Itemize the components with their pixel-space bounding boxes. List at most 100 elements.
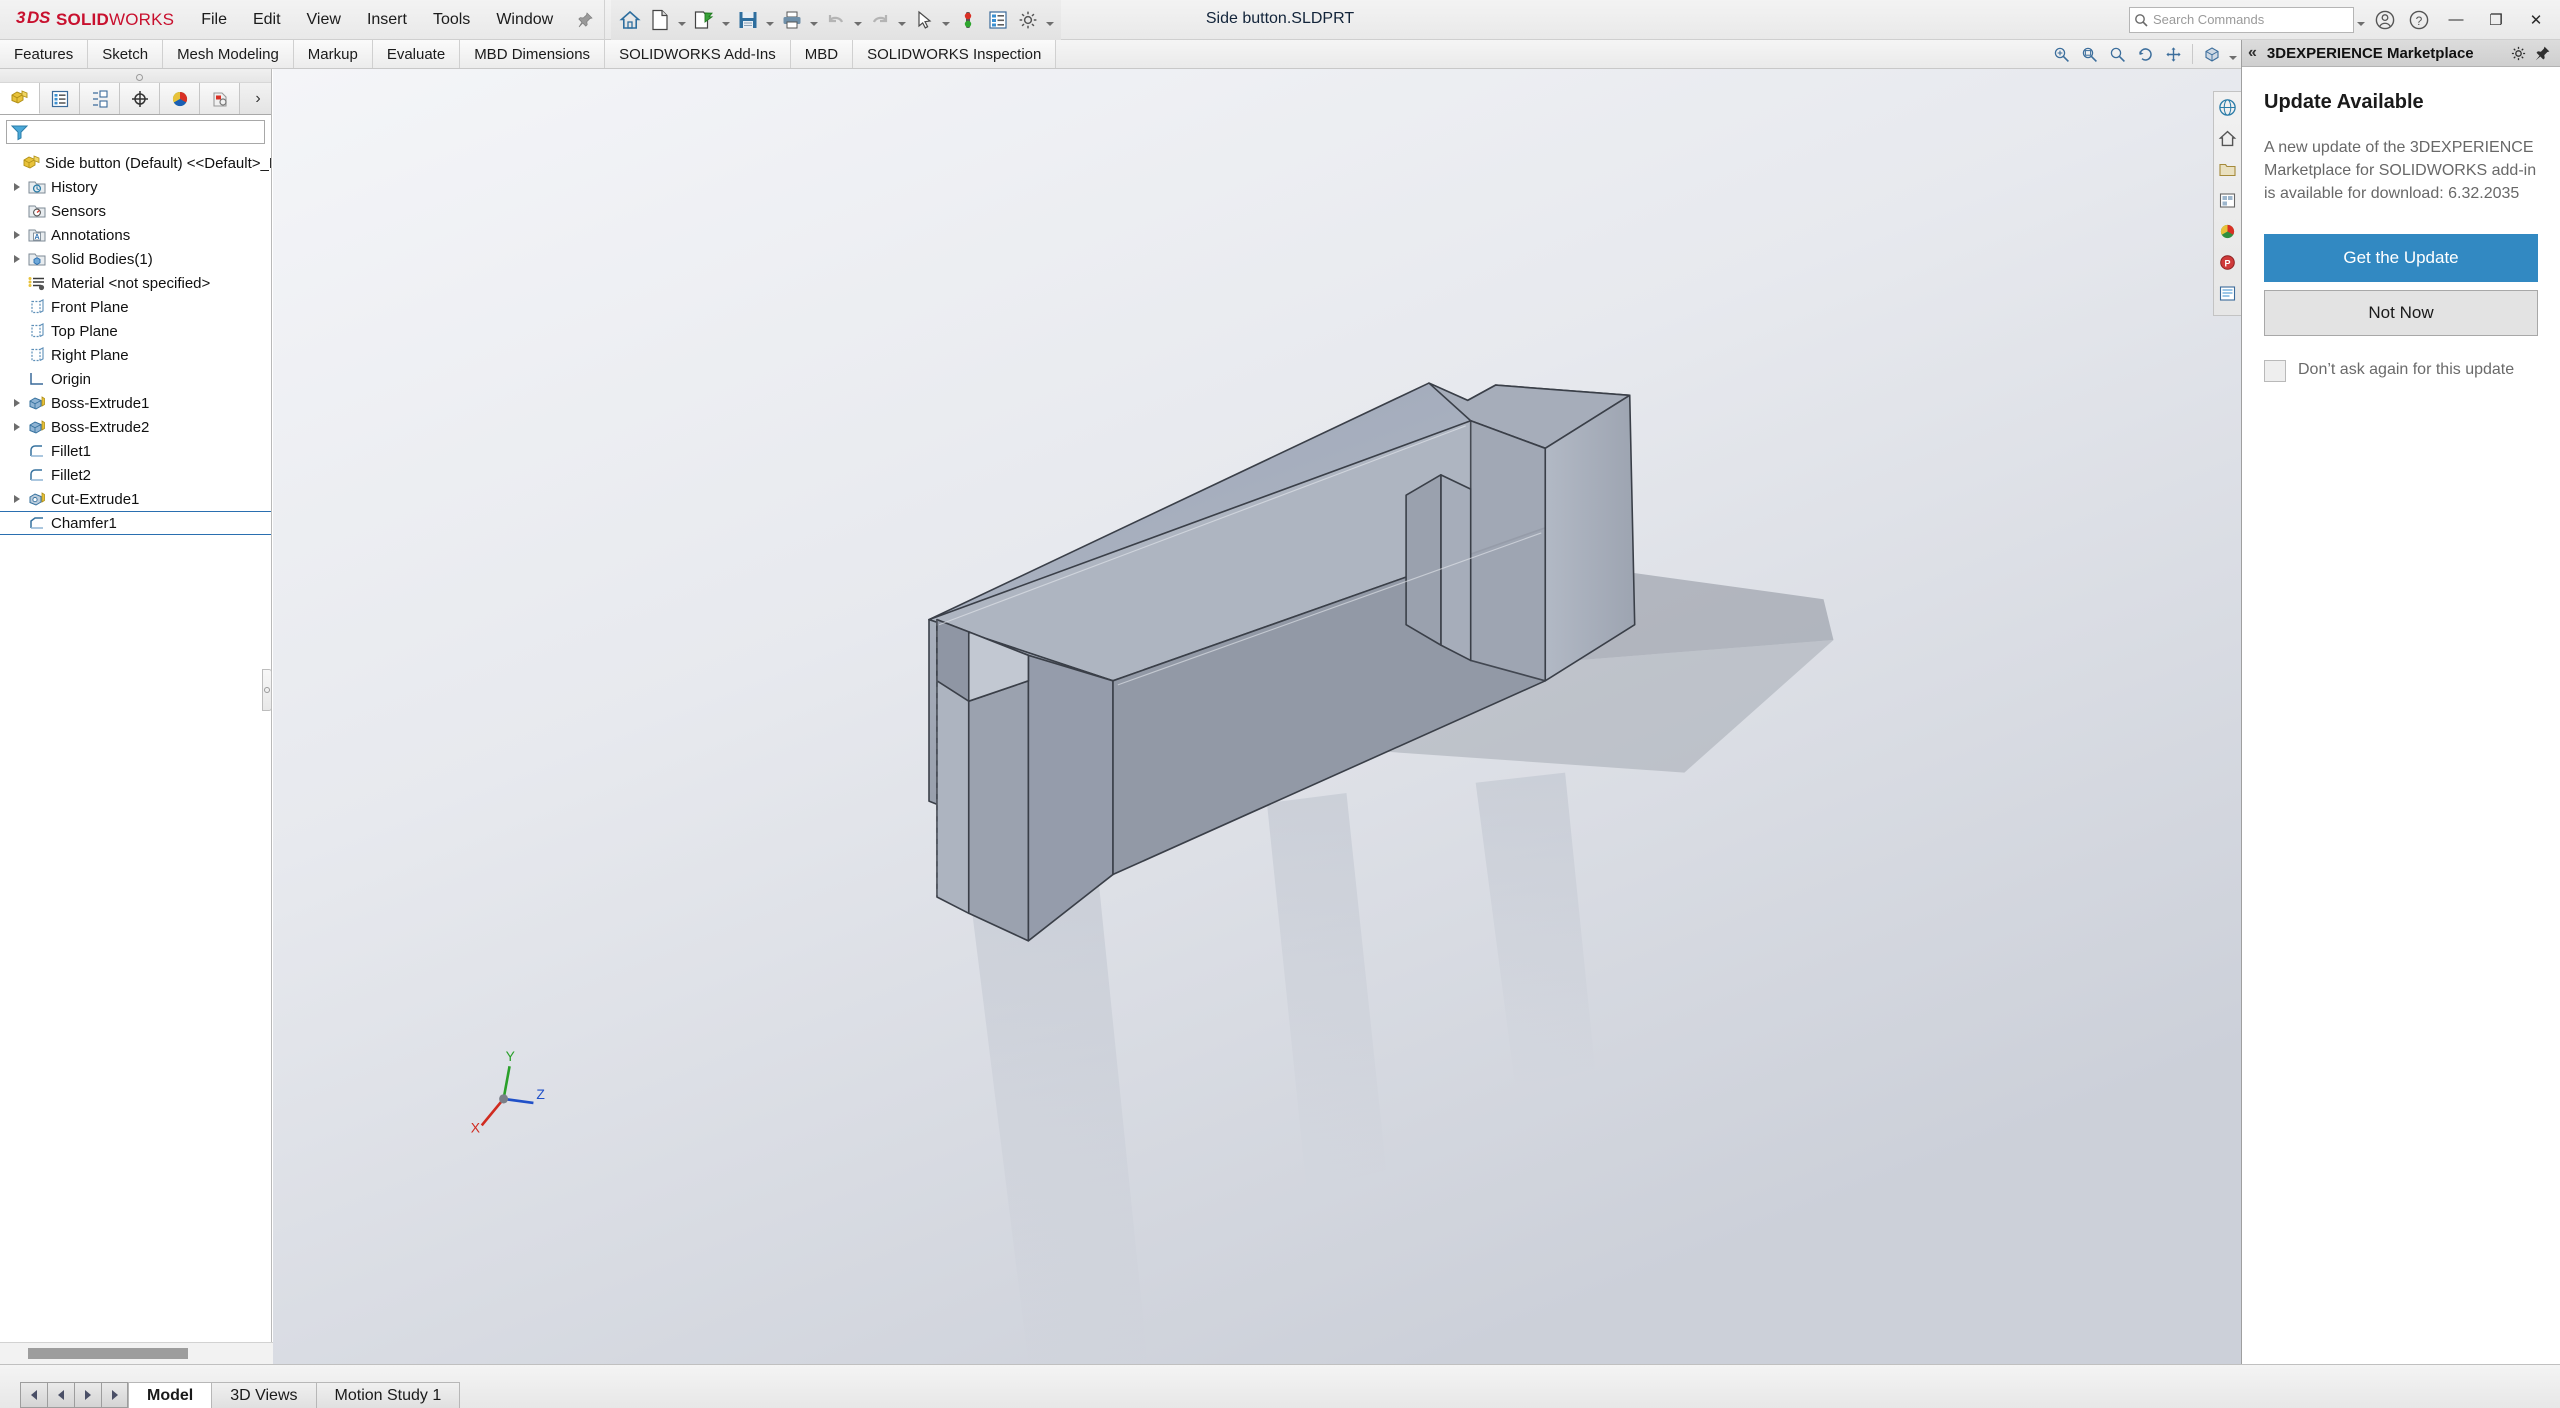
tab-motion-study-1[interactable]: Motion Study 1 xyxy=(316,1382,461,1408)
tree-expander[interactable] xyxy=(8,423,26,431)
search-caret-icon[interactable] xyxy=(2354,5,2368,35)
redo-icon[interactable] xyxy=(865,5,895,35)
tab-solidworks-add-ins[interactable]: SOLIDWORKS Add-Ins xyxy=(605,40,791,68)
select-caret-icon[interactable] xyxy=(939,5,953,35)
tree-item-solid-bodies[interactable]: Solid Bodies(1) xyxy=(0,247,271,271)
menu-item-window[interactable]: Window xyxy=(483,7,566,33)
next-config-icon[interactable] xyxy=(74,1382,101,1408)
graphics-viewport[interactable]: X Y Z xyxy=(273,69,2241,1364)
save-caret-icon[interactable] xyxy=(763,5,777,35)
zoom-to-fit-icon[interactable] xyxy=(2047,41,2075,67)
tree-item-chamfer1[interactable]: Chamfer1 xyxy=(0,511,271,535)
print-caret-icon[interactable] xyxy=(807,5,821,35)
tab-features[interactable]: Features xyxy=(0,40,88,68)
tree-expander[interactable] xyxy=(8,231,26,239)
tree-item-boss-extrude2[interactable]: Boss-Extrude2 xyxy=(0,415,271,439)
options-caret-icon[interactable] xyxy=(1043,5,1057,35)
custom-properties-icon[interactable]: P xyxy=(2214,247,2241,278)
new-document-icon[interactable] xyxy=(645,5,675,35)
tab-mesh-modeling[interactable]: Mesh Modeling xyxy=(163,40,294,68)
tree-item-sensors[interactable]: Sensors xyxy=(0,199,271,223)
close-window-button[interactable]: ✕ xyxy=(2516,0,2556,40)
tab-sketch[interactable]: Sketch xyxy=(88,40,163,68)
view-orientation-icon[interactable] xyxy=(2198,41,2226,67)
new-document-caret-icon[interactable] xyxy=(675,5,689,35)
tree-item-top-plane[interactable]: Top Plane xyxy=(0,319,271,343)
menu-item-edit[interactable]: Edit xyxy=(240,7,294,33)
more-tabs-chevron-right-icon[interactable]: › xyxy=(245,83,271,114)
save-icon[interactable] xyxy=(733,5,763,35)
tab-solidworks-inspection[interactable]: SOLIDWORKS Inspection xyxy=(853,40,1056,68)
tree-item-origin[interactable]: Origin xyxy=(0,367,271,391)
open-document-icon[interactable] xyxy=(689,5,719,35)
menu-item-insert[interactable]: Insert xyxy=(354,7,420,33)
view-palette-icon[interactable] xyxy=(2214,185,2241,216)
zoom-to-area-icon[interactable] xyxy=(2075,41,2103,67)
tab-mbd-dimensions[interactable]: MBD Dimensions xyxy=(460,40,605,68)
file-properties-icon[interactable] xyxy=(983,5,1013,35)
tree-item-front-plane[interactable]: Front Plane xyxy=(0,295,271,319)
tree-item-history[interactable]: History xyxy=(0,175,271,199)
display-manager-tab[interactable] xyxy=(160,83,200,114)
gear-icon[interactable] xyxy=(2506,41,2530,65)
tree-item-cut-extrude1[interactable]: Cut-Extrude1 xyxy=(0,487,271,511)
panel-resize-handle[interactable] xyxy=(262,669,272,711)
dont-ask-again-row[interactable]: Don’t ask again for this update xyxy=(2264,358,2538,382)
not-now-button[interactable]: Not Now xyxy=(2264,290,2538,336)
double-chevron-left-icon[interactable]: « xyxy=(2248,44,2257,62)
tree-expander[interactable] xyxy=(8,495,26,503)
dimxpert-manager-tab[interactable] xyxy=(120,83,160,114)
minimize-window-button[interactable]: — xyxy=(2436,0,2476,40)
feature-filter-input[interactable] xyxy=(6,120,265,144)
redo-caret-icon[interactable] xyxy=(895,5,909,35)
render-manager-tab[interactable] xyxy=(200,83,240,114)
tree-item-material[interactable]: Material <not specified> xyxy=(0,271,271,295)
pushpin-icon[interactable] xyxy=(2530,41,2554,65)
tree-item-fillet2[interactable]: Fillet2 xyxy=(0,463,271,487)
tab-mbd[interactable]: MBD xyxy=(791,40,853,68)
tab-evaluate[interactable]: Evaluate xyxy=(373,40,460,68)
rotate-view-icon[interactable] xyxy=(2131,41,2159,67)
tree-item-right-plane[interactable]: Right Plane xyxy=(0,343,271,367)
options-gear-icon[interactable] xyxy=(1013,5,1043,35)
select-arrow-icon[interactable] xyxy=(909,5,939,35)
first-config-icon[interactable] xyxy=(20,1382,47,1408)
property-manager-tab[interactable] xyxy=(40,83,80,114)
tab-markup[interactable]: Markup xyxy=(294,40,373,68)
3dexperience-marketplace-icon[interactable] xyxy=(2214,92,2241,123)
restore-window-button[interactable]: ❐ xyxy=(2476,0,2516,40)
menu-item-file[interactable]: File xyxy=(188,7,240,33)
tree-expander[interactable] xyxy=(8,399,26,407)
tree-item-fillet1[interactable]: Fillet1 xyxy=(0,439,271,463)
last-config-icon[interactable] xyxy=(101,1382,128,1408)
tab-model[interactable]: Model xyxy=(128,1382,212,1408)
tree-item-boss-extrude1[interactable]: Boss-Extrude1 xyxy=(0,391,271,415)
tree-item-annotations[interactable]: A Annotations xyxy=(0,223,271,247)
menu-item-view[interactable]: View xyxy=(294,7,354,33)
tree-expander[interactable] xyxy=(8,255,26,263)
previous-config-icon[interactable] xyxy=(47,1382,74,1408)
feature-manager-tab[interactable] xyxy=(0,83,40,114)
search-input[interactable]: Search Commands xyxy=(2129,7,2354,33)
view-orientation-caret-icon[interactable] xyxy=(2226,39,2240,69)
pushpin-icon[interactable] xyxy=(572,7,598,33)
get-the-update-button[interactable]: Get the Update xyxy=(2264,234,2538,282)
appearances-scenes-icon[interactable] xyxy=(2214,216,2241,247)
undo-icon[interactable] xyxy=(821,5,851,35)
open-document-caret-icon[interactable] xyxy=(719,5,733,35)
undo-caret-icon[interactable] xyxy=(851,5,865,35)
scrollbar-thumb[interactable] xyxy=(28,1348,188,1359)
design-library-home-icon[interactable] xyxy=(2214,123,2241,154)
solidworks-forum-icon[interactable] xyxy=(2214,278,2241,309)
zoom-in-out-icon[interactable] xyxy=(2103,41,2131,67)
user-circle-icon[interactable] xyxy=(2368,3,2402,37)
file-explorer-icon[interactable] xyxy=(2214,154,2241,185)
print-icon[interactable] xyxy=(777,5,807,35)
configuration-manager-tab[interactable] xyxy=(80,83,120,114)
home-icon[interactable] xyxy=(615,5,645,35)
menu-item-tools[interactable]: Tools xyxy=(420,7,483,33)
rebuild-icon[interactable] xyxy=(953,5,983,35)
tab-3d-views[interactable]: 3D Views xyxy=(211,1382,316,1408)
tree-item-part[interactable]: Side button (Default) <<Default>_Di xyxy=(0,151,271,175)
dont-ask-again-checkbox[interactable] xyxy=(2264,360,2286,382)
